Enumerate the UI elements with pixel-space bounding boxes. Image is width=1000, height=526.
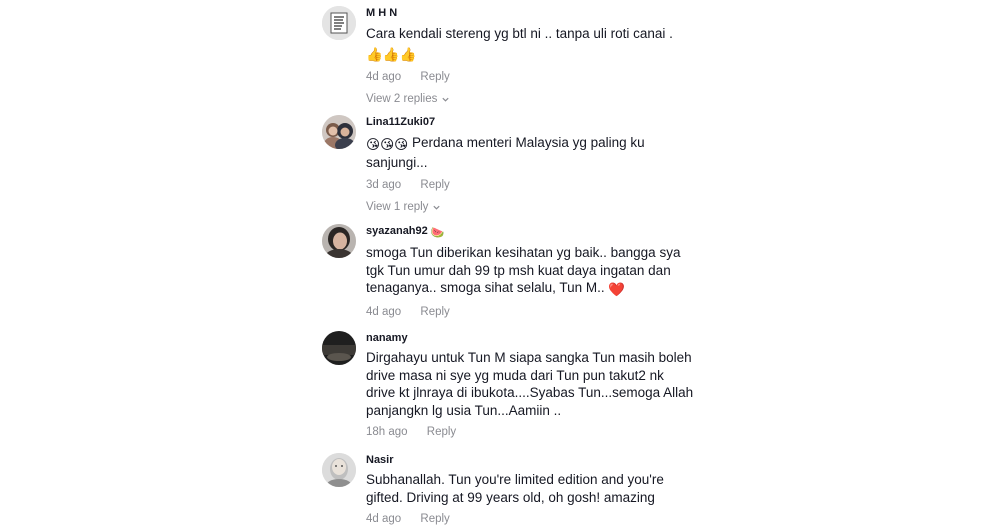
comment-meta: 4d ago Reply bbox=[366, 305, 696, 319]
comment-time: 4d ago bbox=[366, 71, 402, 83]
comment-username[interactable]: Nasir bbox=[366, 453, 696, 467]
comment-text: 😘😘😘 Perdana menteri Malaysia yg paling k… bbox=[366, 134, 696, 171]
comment-emoji-line: 👍👍👍 bbox=[366, 44, 696, 64]
avatar-image bbox=[322, 6, 356, 40]
avatar[interactable] bbox=[322, 6, 356, 40]
comment-time: 4d ago bbox=[366, 513, 402, 525]
reply-button[interactable]: Reply bbox=[427, 426, 456, 438]
comment-text: smoga Tun diberikan kesihatan yg baik.. … bbox=[366, 244, 696, 299]
comment-time: 4d ago bbox=[366, 305, 402, 318]
avatar[interactable] bbox=[322, 453, 356, 487]
view-replies-label: View 2 replies bbox=[366, 93, 438, 105]
view-replies-button[interactable]: View 2 replies bbox=[366, 92, 450, 106]
chevron-down-icon bbox=[442, 97, 450, 102]
comment-text: Cara kendali stereng yg btl ni .. tanpa … bbox=[366, 25, 696, 43]
avatar[interactable] bbox=[322, 331, 356, 365]
reply-button[interactable]: Reply bbox=[420, 306, 449, 318]
comment-text-content: Subhanallah. Tun you're limited edition … bbox=[366, 472, 664, 505]
comment-username[interactable]: M H N bbox=[366, 6, 696, 20]
comment-text-content: Dirgahayu untuk Tun M siapa sangka Tun m… bbox=[366, 350, 694, 418]
comment-time: 3d ago bbox=[366, 179, 402, 191]
avatar[interactable] bbox=[322, 224, 356, 258]
avatar-image bbox=[322, 224, 356, 258]
reply-button[interactable]: Reply bbox=[420, 513, 449, 525]
thumbs-up-icon: 👍👍👍 bbox=[366, 46, 417, 62]
chevron-down-icon bbox=[433, 205, 441, 210]
view-replies-label: View 1 reply bbox=[366, 201, 429, 213]
avatar[interactable] bbox=[322, 115, 356, 149]
comment-meta: 4d ago Reply bbox=[366, 70, 696, 84]
comment-username[interactable]: nanamy bbox=[366, 331, 696, 345]
watermelon-icon: 🍉 bbox=[430, 227, 445, 239]
comment-meta: 4d ago Reply bbox=[366, 512, 696, 526]
comment-text-content: Cara kendali stereng yg btl ni .. tanpa … bbox=[366, 26, 673, 41]
heart-icon: ❤️ bbox=[608, 282, 626, 297]
comment-text: Subhanallah. Tun you're limited edition … bbox=[366, 471, 696, 506]
username-text: syazanah92 bbox=[366, 225, 428, 237]
comment-text: Dirgahayu untuk Tun M siapa sangka Tun m… bbox=[366, 349, 696, 419]
avatar-image bbox=[322, 331, 356, 365]
comment-username[interactable]: syazanah92 🍉 bbox=[366, 224, 696, 240]
comment-text-content: smoga Tun diberikan kesihatan yg baik.. … bbox=[366, 245, 681, 295]
comment-time: 18h ago bbox=[366, 426, 408, 438]
comment-username[interactable]: Lina11Zuki07 bbox=[366, 115, 696, 129]
view-replies-button[interactable]: View 1 reply bbox=[366, 200, 441, 214]
comment-meta: 3d ago Reply bbox=[366, 178, 696, 192]
comment-meta: 18h ago Reply bbox=[366, 425, 696, 439]
reply-button[interactable]: Reply bbox=[420, 179, 449, 191]
kiss-face-icon: 😘😘😘 bbox=[366, 137, 409, 152]
avatar-image bbox=[322, 453, 356, 487]
reply-button[interactable]: Reply bbox=[420, 71, 449, 83]
avatar-image bbox=[322, 115, 356, 149]
